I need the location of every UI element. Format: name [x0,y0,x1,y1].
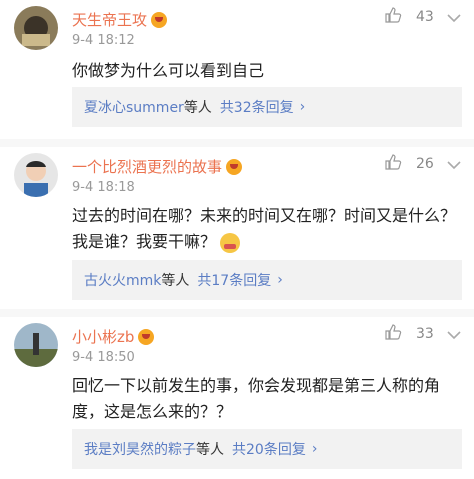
avatar[interactable] [14,153,58,197]
thumbs-up-icon[interactable] [384,6,402,28]
username[interactable]: 天生帝王攻 [72,9,168,30]
reply-users[interactable]: 我是刘昊然的粽子 [84,439,196,459]
comment-time: 9-4 18:50 [72,350,135,365]
divider [0,139,474,147]
chevron-right-icon: › [277,272,283,288]
comment-item: 天生帝王攻 9-4 18:12 43 你做梦为什么可以看到自己 夏冰心summe… [0,0,474,146]
thumbs-up-icon[interactable] [384,323,402,345]
username[interactable]: 小小彬zb [72,326,155,347]
username[interactable]: 一个比烈酒更烈的故事 [72,156,243,177]
username-text[interactable]: 小小彬zb [72,326,134,347]
like-group[interactable]: 43 [384,6,462,28]
like-count: 26 [416,156,434,172]
comment-item: 小小彬zb 9-4 18:50 33 回忆一下以前发生的事，你会发现都是第三人称… [0,317,474,479]
reply-summary[interactable]: 古火火mmk 等人 共17条回复 › [72,260,462,300]
reply-suffix: 等人 [161,273,190,289]
chevron-right-icon: › [299,99,306,115]
like-count: 33 [416,326,434,342]
reply-summary[interactable]: 我是刘昊然的粽子 等人 共20条回复 › [72,429,462,469]
chevron-down-icon[interactable] [446,8,462,27]
avatar[interactable] [14,323,58,367]
comment-time: 9-4 18:18 [72,180,135,195]
reply-suffix: 等人 [183,100,212,116]
like-group[interactable]: 33 [384,323,462,345]
comment-text: 回忆一下以前发生的事，你会发现都是第三人称的角度，这是怎么来的？？ [72,376,441,421]
comment-time: 9-4 18:12 [72,33,135,48]
reply-suffix: 等人 [196,442,224,458]
username-text[interactable]: 天生帝王攻 [72,9,147,30]
chevron-down-icon[interactable] [446,325,462,344]
chevron-right-icon: › [311,441,318,457]
reply-users[interactable]: 古火火mmk [84,270,161,290]
comment-text-content: 过去的时间在哪？未来的时间又在哪？时间又是什么？我是谁？我要干嘛？ [72,206,457,251]
vip-badge-icon [151,11,168,28]
chevron-down-icon[interactable] [446,155,462,174]
vip-badge-icon [226,158,243,175]
comment-text: 你做梦为什么可以看到自己 [72,61,265,80]
reply-count[interactable]: 共20条回复 [232,439,306,459]
like-count: 43 [416,9,434,25]
vip-badge-icon [138,328,155,345]
thumbs-up-icon[interactable] [384,153,402,175]
like-group[interactable]: 26 [384,153,462,175]
avatar[interactable] [14,6,58,50]
username-text[interactable]: 一个比烈酒更烈的故事 [72,156,222,177]
reply-users[interactable]: 夏冰心summer [84,97,184,117]
divider [0,309,474,317]
comment-item: 一个比烈酒更烈的故事 9-4 18:18 26 过去的时间在哪？未来的时间又在哪… [0,147,474,309]
laughing-emoji-icon [220,232,241,253]
comment-text: 过去的时间在哪？未来的时间又在哪？时间又是什么？我是谁？我要干嘛？ [72,203,462,255]
reply-count[interactable]: 共17条回复 [197,270,271,290]
reply-summary[interactable]: 夏冰心summer 等人 共32条回复 › [72,87,462,127]
reply-count[interactable]: 共32条回复 [220,97,294,117]
